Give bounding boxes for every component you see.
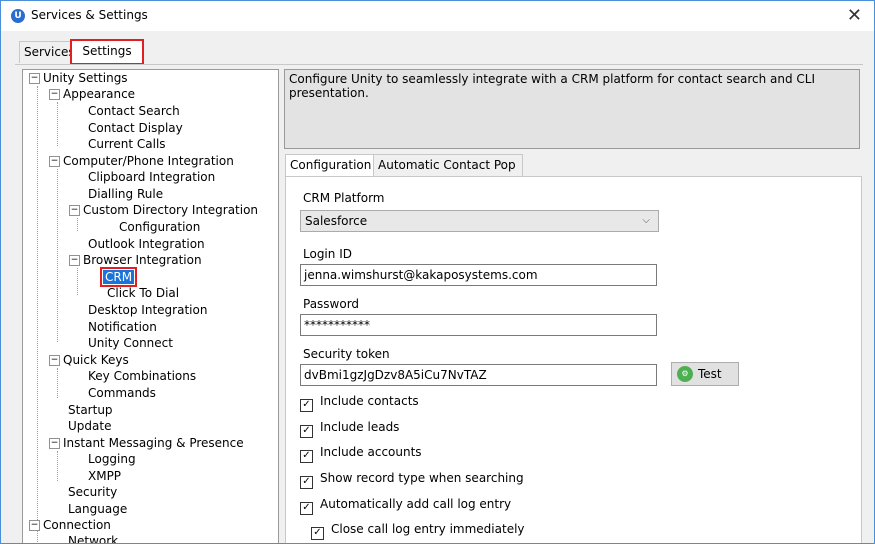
tab-settings[interactable]: Settings bbox=[70, 39, 144, 65]
tree-node-language[interactable]: Language bbox=[68, 501, 127, 517]
window-title: Services & Settings bbox=[31, 8, 148, 22]
description-box: Configure Unity to seamlessly integrate … bbox=[284, 69, 860, 149]
test-button[interactable]: ⚙ Test bbox=[671, 362, 739, 386]
security-token-input[interactable]: dvBmi1gzJgDzv8A5iCu7NvTAZ bbox=[300, 364, 657, 386]
password-input[interactable]: *********** bbox=[300, 314, 657, 336]
include-accounts-checkbox[interactable]: ✓ Include accounts bbox=[300, 444, 422, 463]
include-leads-checkbox[interactable]: ✓ Include leads bbox=[300, 419, 399, 438]
tree-node-browser-integration[interactable]: − Browser Integration bbox=[69, 252, 202, 268]
security-token-label: Security token bbox=[303, 347, 390, 361]
tree-node-quick-keys[interactable]: − Quick Keys bbox=[49, 352, 129, 368]
tree-connector bbox=[57, 368, 58, 398]
tree-node-current-calls[interactable]: Current Calls bbox=[88, 136, 166, 152]
close-icon[interactable]: ✕ bbox=[847, 5, 862, 26]
tree-node-commands[interactable]: Commands bbox=[88, 385, 156, 401]
crm-platform-label: CRM Platform bbox=[303, 191, 385, 205]
tree-selected-label: CRM bbox=[99, 267, 138, 287]
show-record-type-checkbox[interactable]: ✓ Show record type when searching bbox=[300, 470, 524, 489]
tree-node-im-presence[interactable]: − Instant Messaging & Presence bbox=[49, 435, 244, 451]
checkbox-checked-icon: ✓ bbox=[300, 502, 313, 515]
tree-node-crm[interactable]: CRM bbox=[99, 267, 138, 287]
tree-node-key-combinations[interactable]: Key Combinations bbox=[88, 368, 196, 384]
collapse-icon[interactable]: − bbox=[29, 73, 40, 84]
login-id-input[interactable]: jenna.wimshurst@kakaposystems.com bbox=[300, 264, 657, 286]
tree-connector bbox=[77, 218, 78, 231]
collapse-icon[interactable]: − bbox=[29, 520, 40, 531]
tree-connector bbox=[57, 169, 58, 342]
tree-node-unity-connect[interactable]: Unity Connect bbox=[88, 335, 173, 351]
crm-config-panel: CRM Platform Salesforce ⌵ Login ID jenna… bbox=[285, 176, 862, 543]
tree-node-custom-directory[interactable]: − Custom Directory Integration bbox=[69, 202, 258, 218]
collapse-icon[interactable]: − bbox=[69, 255, 80, 266]
tree-node-security[interactable]: Security bbox=[68, 484, 117, 500]
crm-platform-value: Salesforce bbox=[305, 214, 368, 228]
tree-node-startup[interactable]: Startup bbox=[68, 402, 113, 418]
chevron-down-icon: ⌵ bbox=[642, 215, 650, 226]
tree-node-click-to-dial[interactable]: Click To Dial bbox=[107, 285, 179, 301]
tree-node-computer-phone[interactable]: − Computer/Phone Integration bbox=[49, 153, 234, 169]
tree-node-notification[interactable]: Notification bbox=[88, 319, 157, 335]
tab-configuration[interactable]: Configuration bbox=[285, 154, 381, 176]
collapse-icon[interactable]: − bbox=[49, 156, 60, 167]
tab-services[interactable]: Services bbox=[19, 41, 77, 63]
login-id-label: Login ID bbox=[303, 247, 352, 261]
tree-node-appearance[interactable]: − Appearance bbox=[49, 86, 135, 102]
auto-call-log-checkbox[interactable]: ✓ Automatically add call log entry bbox=[300, 496, 511, 515]
settings-window: U Services & Settings ✕ Services Setting… bbox=[0, 0, 875, 544]
tree-node-configuration[interactable]: Configuration bbox=[119, 219, 200, 235]
app-logo-icon: U bbox=[11, 9, 25, 23]
collapse-icon[interactable]: − bbox=[69, 205, 80, 216]
checkbox-checked-icon: ✓ bbox=[300, 425, 313, 438]
tree-node-clipboard[interactable]: Clipboard Integration bbox=[88, 169, 215, 185]
collapse-icon[interactable]: − bbox=[49, 89, 60, 100]
include-contacts-checkbox[interactable]: ✓ Include contacts bbox=[300, 393, 419, 412]
tree-node-contact-search[interactable]: Contact Search bbox=[88, 103, 180, 119]
close-call-log-checkbox[interactable]: ✓ Close call log entry immediately bbox=[311, 521, 525, 540]
tree-connector bbox=[37, 86, 38, 543]
tree-node-update[interactable]: Update bbox=[68, 418, 111, 434]
tree-node-dialling-rule[interactable]: Dialling Rule bbox=[88, 186, 163, 202]
tree-node-contact-display[interactable]: Contact Display bbox=[88, 120, 183, 136]
crm-platform-select[interactable]: Salesforce ⌵ bbox=[300, 210, 659, 232]
tree-node-connection[interactable]: − Connection bbox=[29, 517, 111, 533]
tree-connector bbox=[77, 268, 78, 295]
collapse-icon[interactable]: − bbox=[49, 438, 60, 449]
checkbox-checked-icon: ✓ bbox=[300, 476, 313, 489]
tree-node-outlook[interactable]: Outlook Integration bbox=[88, 236, 205, 252]
tab-divider bbox=[15, 64, 863, 65]
tree-connector bbox=[57, 102, 58, 146]
password-label: Password bbox=[303, 297, 360, 311]
title-bar: U Services & Settings ✕ bbox=[1, 1, 874, 31]
checkbox-checked-icon: ✓ bbox=[300, 450, 313, 463]
test-connection-icon: ⚙ bbox=[677, 366, 693, 382]
checkbox-checked-icon: ✓ bbox=[311, 527, 324, 540]
collapse-icon[interactable]: − bbox=[49, 355, 60, 366]
checkbox-checked-icon: ✓ bbox=[300, 399, 313, 412]
tab-automatic-contact-pop[interactable]: Automatic Contact Pop bbox=[373, 154, 523, 176]
tree-connector bbox=[57, 451, 58, 481]
tree-node-network[interactable]: Network bbox=[68, 533, 118, 543]
tree-node-desktop[interactable]: Desktop Integration bbox=[88, 302, 207, 318]
tree-node-xmpp[interactable]: XMPP bbox=[88, 468, 121, 484]
settings-tree: − Unity Settings − Appearance Contact Sear… bbox=[22, 69, 279, 543]
tree-node-unity-settings[interactable]: − Unity Settings bbox=[29, 70, 128, 86]
test-button-label: Test bbox=[698, 367, 722, 381]
tree-node-logging[interactable]: Logging bbox=[88, 451, 136, 467]
